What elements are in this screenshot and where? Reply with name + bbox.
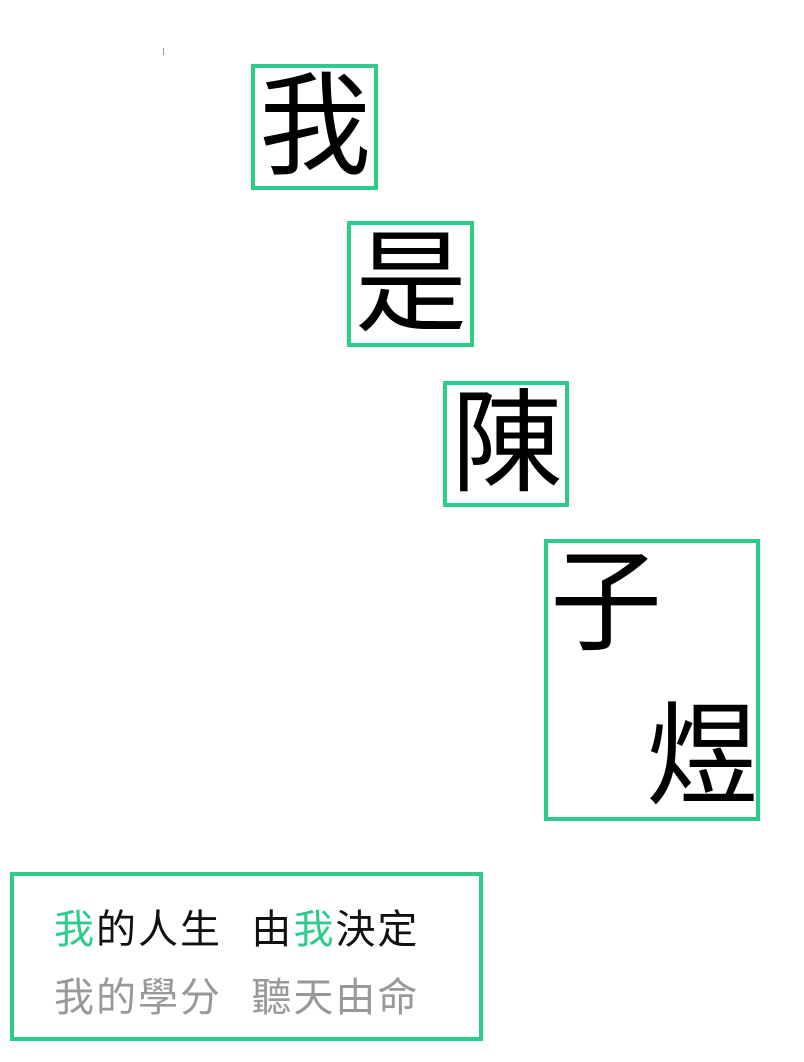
heading-char-1: 我 [259, 62, 371, 192]
quote-text-1: 的人生 由 [96, 907, 294, 953]
char-box-4: 子 煜 [544, 539, 760, 821]
quote-text-2: 決定 [335, 907, 420, 953]
char-box-1: 我 [251, 64, 378, 190]
char-box-3: 陳 [443, 381, 569, 507]
heading-char-2: 是 [355, 219, 467, 349]
char-box-2: 是 [347, 221, 474, 347]
quote-box: 我的人生 由我決定 我的學分 聽天由命 [10, 872, 483, 1041]
cursor-tick [163, 48, 164, 55]
heading-char-4: 子 [550, 538, 662, 668]
quote-accent-1: 我 [54, 907, 96, 953]
quote-accent-2: 我 [293, 907, 336, 953]
quote-line-2: 我的學分 聽天由命 [54, 975, 420, 1021]
heading-char-3: 陳 [451, 379, 563, 509]
heading-char-5: 煜 [646, 692, 758, 822]
quote-line-1: 我的人生 由我決定 [54, 910, 419, 950]
